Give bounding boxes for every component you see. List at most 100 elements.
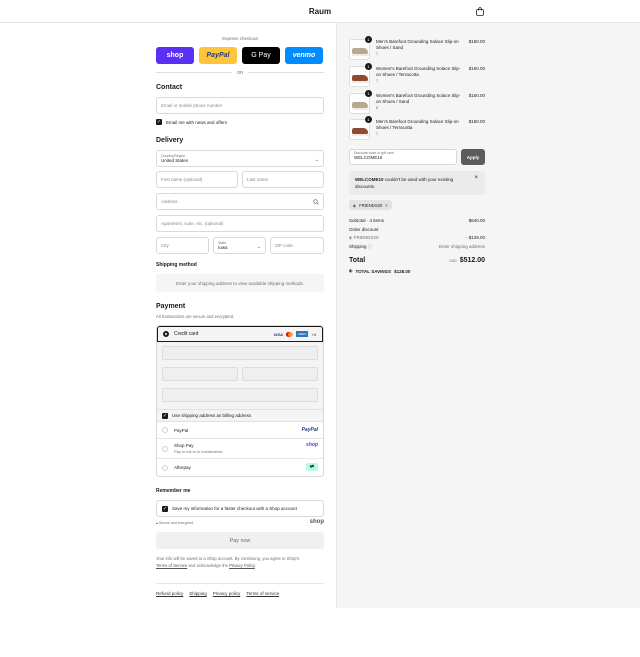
shop-pay-button[interactable]: shop	[156, 47, 194, 64]
lock-icon: 🔒︎	[156, 521, 158, 525]
chevron-down-icon: ⌄	[314, 157, 319, 163]
item-variant: 7	[376, 131, 379, 136]
more-cards-badge: +4	[311, 331, 316, 337]
shipping-row: Shipping ⓘ Enter shipping address	[349, 244, 485, 249]
item-variant: 7	[376, 51, 379, 56]
email-phone-field[interactable]: Email or mobile phone number	[156, 97, 324, 114]
tag-icon: ⬖	[349, 268, 353, 273]
item-variant: 7	[376, 78, 379, 83]
or-divider: OR	[156, 70, 324, 75]
shop-logo: shop	[309, 519, 324, 525]
privacy-policy-link[interactable]: Privacy policy	[213, 591, 241, 596]
credit-card-option[interactable]: Credit card VISA AMEX +4	[157, 326, 323, 342]
item-price: $160.00	[468, 39, 485, 44]
remember-me-row[interactable]: ✓ Save my information for a faster check…	[156, 500, 324, 517]
pay-now-button[interactable]: Pay now	[156, 532, 324, 549]
store-logo[interactable]: Raum	[0, 7, 640, 16]
expiration-field[interactable]	[162, 367, 238, 381]
last-name-field[interactable]: Last name	[242, 171, 324, 188]
item-name: Women's Barefoot Grounding Solace Slip-o…	[376, 93, 461, 104]
cart-item: 1 Women's Barefoot Grounding Solace Slip…	[349, 90, 485, 115]
apply-button[interactable]: Apply	[461, 149, 485, 165]
payment-title: Payment	[156, 303, 186, 310]
radio-icon[interactable]	[162, 445, 168, 452]
shop-privacy-link[interactable]: Privacy Policy	[229, 563, 255, 568]
item-name: Men's Barefoot Grounding Solace Slip-on …	[376, 119, 459, 130]
close-icon[interactable]: ×	[474, 175, 478, 182]
google-pay-button[interactable]: G Pay	[242, 47, 280, 64]
card-logos: VISA AMEX +4	[274, 331, 316, 337]
shop-terms-link[interactable]: Terms of Service	[156, 563, 187, 568]
remove-discount-icon[interactable]: ×	[385, 203, 387, 208]
radio-selected-icon[interactable]	[163, 331, 169, 337]
paypal-option[interactable]: PayPal PayPal	[157, 422, 323, 439]
visa-icon: VISA	[273, 331, 283, 337]
item-name: Men's Barefoot Grounding Solace Slip-on …	[376, 39, 459, 50]
radio-icon[interactable]	[162, 464, 168, 471]
discount-chip: ⬖ FRIENDS20 ×	[349, 200, 392, 210]
contact-title: Contact	[156, 84, 183, 91]
paypal-logo: PayPal	[301, 427, 318, 433]
checkbox-checked-icon[interactable]: ✓	[156, 119, 162, 125]
news-checkbox-row[interactable]: ✓ Email me with news and offers	[156, 119, 227, 125]
apartment-field[interactable]: Apartment, suite, etc. (optional)	[156, 215, 324, 232]
afterpay-option[interactable]: Afterpay ⇄	[157, 459, 323, 476]
header: Raum	[0, 0, 640, 23]
shipping-method-title: Shipping method	[156, 262, 197, 268]
discount-code-field[interactable]: Discount code or gift card WELCOME10	[349, 149, 457, 165]
city-field[interactable]: City	[156, 237, 209, 254]
card-number-field[interactable]	[162, 346, 318, 360]
paypal-button[interactable]: PayPal	[199, 47, 237, 64]
quantity-badge: 1	[365, 36, 372, 43]
remember-title: Remember me	[156, 488, 191, 494]
amex-icon: AMEX	[295, 331, 309, 337]
checkbox-checked-icon[interactable]: ✓	[162, 412, 168, 419]
quantity-badge: 1	[365, 90, 372, 97]
cart-item: 1 Women's Barefoot Grounding Solace Slip…	[349, 63, 485, 88]
address-field[interactable]: Address	[156, 193, 324, 210]
billing-address-row[interactable]: ✓ Use shipping address as billing addres…	[157, 410, 323, 422]
state-select[interactable]: State Iowa ⌄	[213, 237, 266, 254]
terms-of-service-link[interactable]: Terms of service	[246, 591, 279, 596]
search-icon	[313, 199, 319, 205]
radio-icon[interactable]	[162, 427, 168, 433]
cart-item: 1 Men's Barefoot Grounding Solace Slip-o…	[349, 36, 485, 61]
refund-policy-link[interactable]: Refund policy	[156, 591, 183, 596]
country-select[interactable]: Country/Region United States ⌄	[156, 150, 324, 167]
quantity-badge: 1	[365, 116, 372, 123]
security-code-field[interactable]	[242, 367, 318, 381]
shop-pay-option[interactable]: Shop Pay Pay in full or in installments …	[157, 439, 323, 459]
shipping-method-info: Enter your shipping address to view avai…	[156, 274, 324, 292]
item-price: $160.00	[468, 93, 485, 98]
subtotal-row: Subtotal · 4 items $640.00	[349, 218, 485, 223]
total-row: Total USD $512.00	[349, 257, 485, 264]
news-label: Email me with news and offers	[166, 119, 227, 125]
order-discount-label: Order discount	[349, 227, 379, 232]
name-on-card-field[interactable]	[162, 388, 318, 402]
footer-links: Refund policy Shipping Privacy policy Te…	[156, 583, 324, 596]
secure-row: 🔒︎ Secure and encrypted shop	[156, 519, 324, 525]
checkbox-checked-icon[interactable]: ✓	[162, 505, 168, 512]
item-price: $160.00	[468, 119, 485, 124]
item-variant: 6	[376, 105, 379, 110]
venmo-button[interactable]: venmo	[285, 47, 323, 64]
payment-subtitle: All transactions are secure and encrypte…	[156, 314, 235, 319]
help-icon[interactable]: ⓘ	[368, 244, 372, 249]
tag-icon: ⬖	[353, 202, 357, 208]
quantity-badge: 1	[365, 63, 372, 70]
legal-text: Your info will be saved to a Shop accoun…	[156, 556, 300, 568]
shopping-bag-icon[interactable]	[476, 7, 484, 16]
item-name: Women's Barefoot Grounding Solace Slip-o…	[376, 66, 461, 77]
discount-row: ⬖ FRIENDS20 - $128.00	[349, 235, 485, 240]
zip-field[interactable]: ZIP code	[270, 237, 324, 254]
first-name-field[interactable]: First name (optional)	[156, 171, 238, 188]
shipping-link[interactable]: Shipping	[189, 591, 207, 596]
item-price: $160.00	[468, 66, 485, 71]
payment-methods: Credit card VISA AMEX +4 ✓ Use shipping …	[156, 325, 324, 477]
total-savings: ⬖ TOTAL SAVINGS $128.00	[349, 268, 411, 274]
tag-icon: ⬖	[349, 235, 353, 240]
card-fields	[157, 342, 323, 410]
afterpay-icon: ⇄	[306, 463, 318, 471]
discount-error-banner: WELCOME10 couldn't be used with your exi…	[349, 171, 485, 195]
express-checkout-title: Express checkout	[222, 36, 258, 41]
